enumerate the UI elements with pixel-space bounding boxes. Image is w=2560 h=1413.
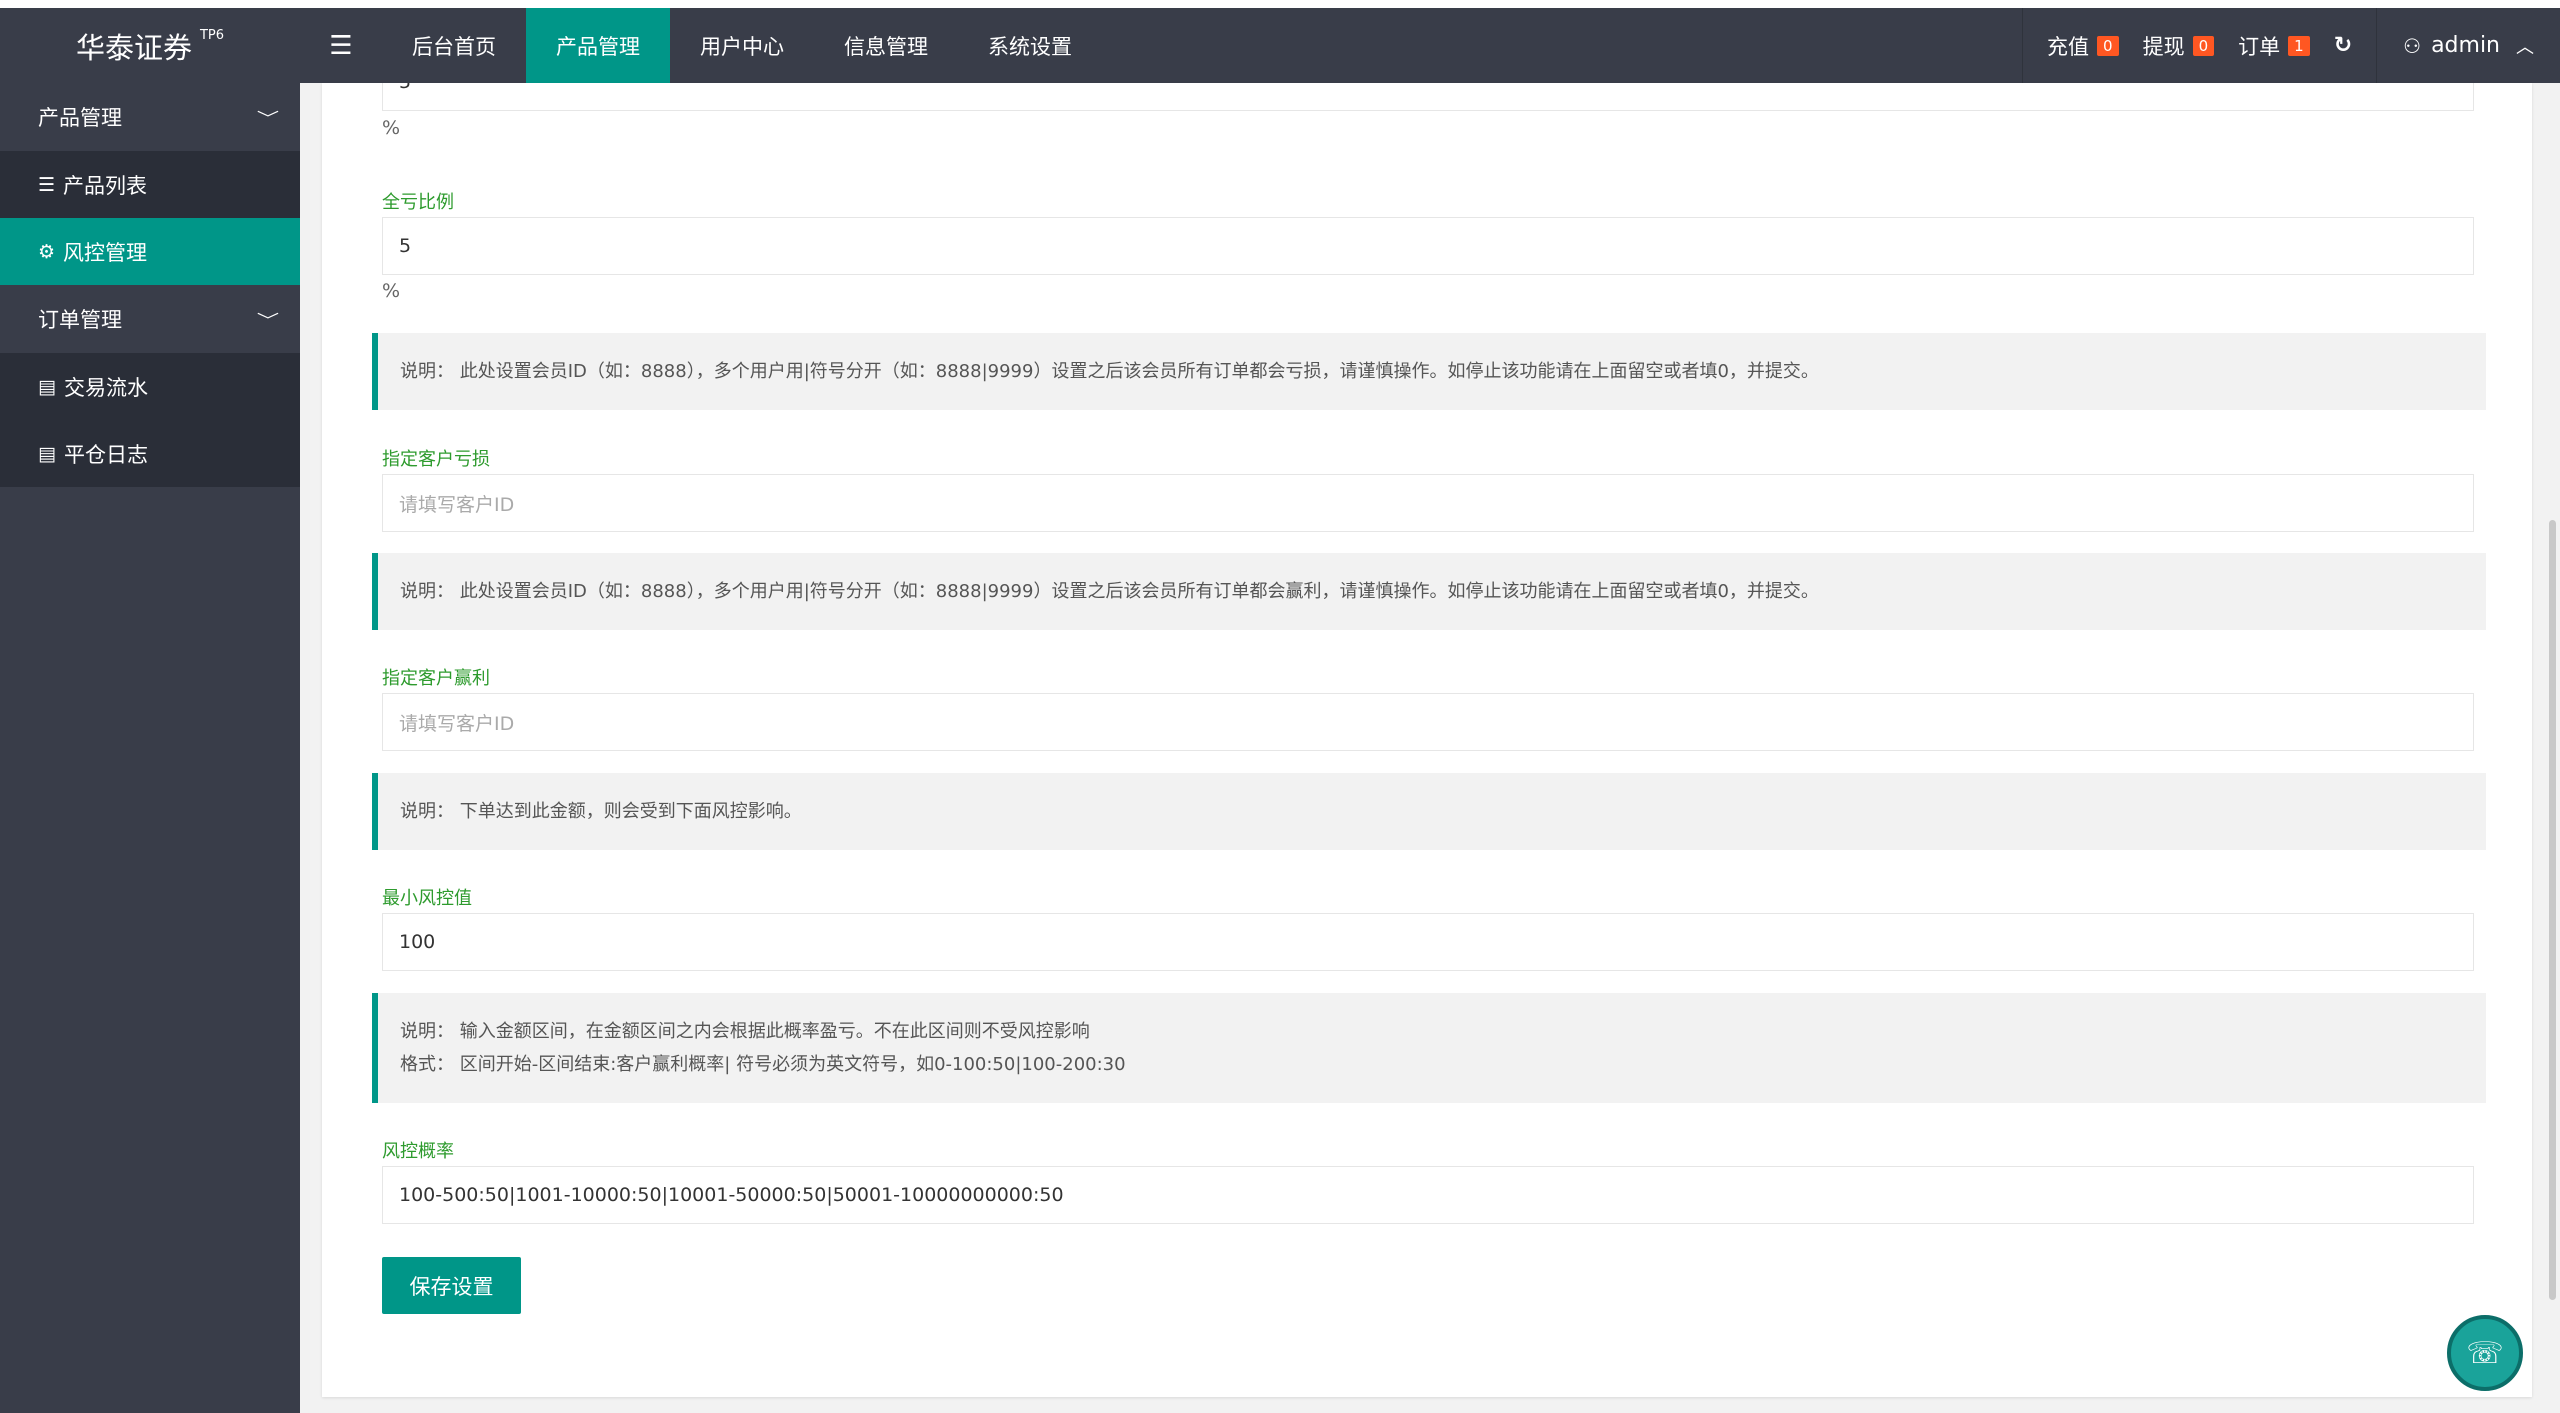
note-profit-customer: 说明： 此处设置会员ID（如：8888），多个用户用|符号分开（如：8888|9… xyxy=(372,553,2486,630)
logo-sup: TP6 xyxy=(199,28,225,43)
top-band xyxy=(0,0,2560,8)
user-name: admin xyxy=(2431,33,2500,58)
header-right: 充值 0 提现 0 订单 1 ↻ ⚇ admin ︿ xyxy=(2022,8,2560,83)
profit-customer-label: 指定客户赢利 xyxy=(382,668,490,689)
sidebar-item-product-list[interactable]: ☰ 产品列表 xyxy=(0,151,300,218)
logo[interactable]: 华泰证券 TP6 xyxy=(0,8,300,83)
orders-badge: 1 xyxy=(2288,35,2310,56)
sidebar: 产品管理 ﹀ ☰ 产品列表 ⚙ 风控管理 订单管理 ﹀ ▤ 交易流水 ▤ 平仓日… xyxy=(0,83,300,1413)
chat-icon[interactable]: ☏ xyxy=(2447,1315,2523,1391)
note-text-line2: 格式： 区间开始-区间结束:客户赢利概率| 符号必须为英文符号，如0-100:5… xyxy=(400,1054,1126,1075)
note-risk-probability: 说明： 输入金额区间，在金额区间之内会根据此概率盈亏。不在此区间则不受风控影响 … xyxy=(372,993,2486,1103)
nav-home[interactable]: 后台首页 xyxy=(382,8,526,83)
sidebar-item-label: 产品列表 xyxy=(63,173,148,198)
note-text: 说明： 此处设置会员ID（如：8888），多个用户用|符号分开（如：8888|9… xyxy=(400,361,1819,382)
note-text: 说明： 下单达到此金额，则会受到下面风控影响。 xyxy=(400,801,802,822)
content-panel: 5 % 全亏比例 5 % 说明： 此处设置会员ID（如：8888），多个用户用|… xyxy=(322,83,2532,1397)
gear-icon: ⚙ xyxy=(38,240,56,263)
withdraw-badge: 0 xyxy=(2192,35,2215,56)
risk-prob-input[interactable]: 100-500:50|1001-10000:50|10001-50000:50|… xyxy=(382,1166,2474,1224)
sidebar-group-label: 订单管理 xyxy=(38,308,122,332)
logo-text: 华泰证券 xyxy=(75,30,192,65)
nav-system-settings[interactable]: 系统设置 xyxy=(958,8,1102,83)
sidebar-group-label: 产品管理 xyxy=(38,106,122,130)
clipboard-icon: ▤ xyxy=(38,442,56,465)
scrollbar[interactable] xyxy=(2549,520,2556,1300)
notification-group: 充值 0 提现 0 订单 1 ↻ xyxy=(2023,8,2376,83)
sidebar-item-label: 交易流水 xyxy=(63,375,148,400)
chevron-down-icon: ﹀ xyxy=(256,311,280,330)
top-nav: 后台首页 产品管理 用户中心 信息管理 系统设置 xyxy=(382,8,1102,83)
user-menu[interactable]: ⚇ admin ︿ xyxy=(2377,8,2560,83)
sidebar-item-label: 风控管理 xyxy=(63,240,148,265)
unit-label: % xyxy=(382,280,401,302)
refresh-icon[interactable]: ↻ xyxy=(2334,33,2352,58)
sidebar-item-risk-control[interactable]: ⚙ 风控管理 xyxy=(0,218,300,285)
clipboard-icon: ▤ xyxy=(38,375,56,398)
orders-link[interactable]: 订单 1 xyxy=(2238,31,2310,61)
loss-customer-label: 指定客户亏损 xyxy=(382,449,490,470)
nav-user-center[interactable]: 用户中心 xyxy=(670,8,814,83)
nav-info-management[interactable]: 信息管理 xyxy=(814,8,958,83)
loss-customer-input[interactable]: 请填写客户ID xyxy=(382,474,2474,532)
layers-icon: ☰ xyxy=(38,173,56,196)
menu-icon[interactable]: ☰ xyxy=(300,8,382,83)
recharge-badge: 0 xyxy=(2097,35,2119,56)
profit-customer-input[interactable]: 请填写客户ID xyxy=(382,693,2474,751)
nav-product-management[interactable]: 产品管理 xyxy=(526,8,670,83)
withdraw-label: 提现 xyxy=(2142,34,2185,59)
min-risk-label: 最小风控值 xyxy=(382,888,472,909)
user-icon: ⚇ xyxy=(2403,33,2422,58)
loss-ratio-input[interactable]: 5 xyxy=(382,217,2474,275)
note-loss-customer: 说明： 此处设置会员ID（如：8888），多个用户用|符号分开（如：8888|9… xyxy=(372,333,2486,410)
risk-prob-label: 风控概率 xyxy=(382,1141,454,1162)
sidebar-group-product[interactable]: 产品管理 ﹀ xyxy=(0,83,300,151)
note-text-line1: 说明： 输入金额区间，在金额区间之内会根据此概率盈亏。不在此区间则不受风控影响 xyxy=(400,1021,1090,1042)
withdraw-link[interactable]: 提现 0 xyxy=(2143,31,2215,61)
partial-value-input[interactable]: 5 xyxy=(382,83,2474,111)
note-text: 说明： 此处设置会员ID（如：8888），多个用户用|符号分开（如：8888|9… xyxy=(400,581,1819,602)
orders-label: 订单 xyxy=(2238,34,2281,59)
min-risk-input[interactable]: 100 xyxy=(382,913,2474,971)
sidebar-item-label: 平仓日志 xyxy=(63,442,148,467)
chevron-down-icon: ﹀ xyxy=(256,109,280,128)
sidebar-group-orders[interactable]: 订单管理 ﹀ xyxy=(0,285,300,353)
sidebar-item-close-log[interactable]: ▤ 平仓日志 xyxy=(0,420,300,487)
unit-label: % xyxy=(382,117,401,139)
chevron-up-icon: ︿ xyxy=(2516,36,2534,58)
recharge-label: 充值 xyxy=(2047,34,2090,59)
recharge-link[interactable]: 充值 0 xyxy=(2047,31,2119,61)
note-min-risk: 说明： 下单达到此金额，则会受到下面风控影响。 xyxy=(372,773,2486,850)
top-header: 华泰证券 TP6 ☰ 后台首页 产品管理 用户中心 信息管理 系统设置 充值 0… xyxy=(0,8,2560,83)
save-settings-button[interactable]: 保存设置 xyxy=(382,1257,521,1314)
loss-ratio-label: 全亏比例 xyxy=(382,192,454,213)
sidebar-item-transactions[interactable]: ▤ 交易流水 xyxy=(0,353,300,420)
